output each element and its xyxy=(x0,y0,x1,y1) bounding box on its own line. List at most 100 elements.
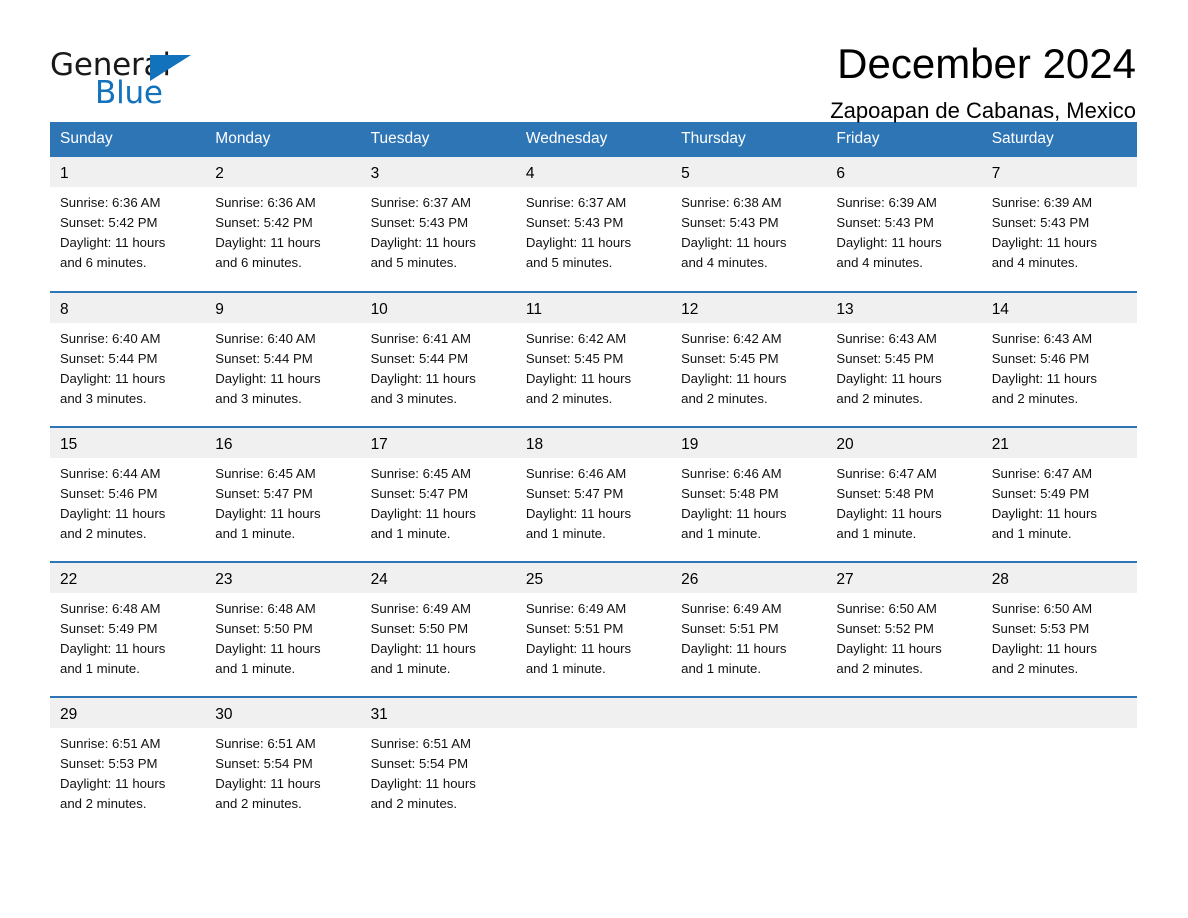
day-info: Sunrise: 6:48 AM Sunset: 5:49 PM Daylight:… xyxy=(50,593,205,679)
day-cell[interactable]: 8 Sunrise: 6:40 AM Sunset: 5:44 PM Daylight… xyxy=(50,291,206,427)
sunset-text: Sunset: 5:43 PM xyxy=(836,215,934,230)
day-number: 10 xyxy=(360,293,516,323)
day-cell[interactable]: 19 Sunrise: 6:46 AM Sunset: 5:48 PM Dayligh… xyxy=(671,426,827,562)
day-cell[interactable]: 11 Sunrise: 6:42 AM Sunset: 5:45 PM Dayligh… xyxy=(515,291,672,427)
sunrise-text: Sunrise: 6:46 AM xyxy=(525,466,627,481)
calendar-week-row: 15 Sunrise: 6:44 AM Sunset: 5:46 PM Dayligh… xyxy=(50,426,1137,562)
daylight-text-line2: and 4 minutes. xyxy=(836,255,923,270)
daylight-text-line2: and 6 minutes. xyxy=(215,255,302,270)
day-number xyxy=(826,698,982,728)
day-cell[interactable]: 2 Sunrise: 6:36 AM Sunset: 5:42 PM Daylight… xyxy=(205,157,361,292)
daylight-text-line2: and 1 minute. xyxy=(525,661,606,676)
daylight-text-line1: Daylight: 11 hours xyxy=(370,235,476,250)
day-cell[interactable]: 31 Sunrise: 6:51 AM Sunset: 5:54 PM Dayligh… xyxy=(360,696,516,832)
generalblue-logo[interactable]: General Blue xyxy=(50,42,200,114)
sunset-text: Sunset: 5:45 PM xyxy=(681,351,779,366)
day-number: 1 xyxy=(50,157,206,187)
sunrise-text: Sunrise: 6:50 AM xyxy=(836,601,937,616)
day-cell[interactable]: 15 Sunrise: 6:44 AM Sunset: 5:46 PM Dayligh… xyxy=(50,426,206,562)
daylight-text-line1: Daylight: 11 hours xyxy=(681,506,787,521)
daylight-text-line1: Daylight: 11 hours xyxy=(60,235,166,250)
day-cell[interactable]: 20 Sunrise: 6:47 AM Sunset: 5:48 PM Dayligh… xyxy=(826,426,982,562)
day-info: Sunrise: 6:43 AM Sunset: 5:45 PM Daylight:… xyxy=(826,323,981,409)
sunrise-text: Sunrise: 6:42 AM xyxy=(525,331,627,346)
day-number: 25 xyxy=(515,563,672,593)
day-info: Sunrise: 6:44 AM Sunset: 5:46 PM Daylight:… xyxy=(50,458,205,544)
daylight-text-line2: and 4 minutes. xyxy=(681,255,768,270)
sunrise-text: Sunrise: 6:49 AM xyxy=(681,601,782,616)
daylight-text-line2: and 3 minutes. xyxy=(215,391,302,406)
day-cell[interactable]: 23 Sunrise: 6:48 AM Sunset: 5:50 PM Dayligh… xyxy=(205,561,361,697)
day-cell[interactable]: 4 Sunrise: 6:37 AM Sunset: 5:43 PM Daylight… xyxy=(515,157,672,292)
sunset-text: Sunset: 5:50 PM xyxy=(370,621,469,636)
day-cell[interactable]: 27 Sunrise: 6:50 AM Sunset: 5:52 PM Dayligh… xyxy=(826,561,982,697)
day-cell[interactable]: 24 Sunrise: 6:49 AM Sunset: 5:50 PM Dayligh… xyxy=(360,561,516,697)
day-cell[interactable]: 29 Sunrise: 6:51 AM Sunset: 5:53 PM Dayligh… xyxy=(50,696,206,832)
sunrise-text: Sunrise: 6:41 AM xyxy=(370,331,471,346)
daylight-text-line2: and 1 minute. xyxy=(991,526,1072,541)
day-number: 22 xyxy=(50,563,206,593)
day-info: Sunrise: 6:49 AM Sunset: 5:51 PM Daylight:… xyxy=(671,593,826,679)
day-cell[interactable]: 22 Sunrise: 6:48 AM Sunset: 5:49 PM Dayligh… xyxy=(50,561,206,697)
day-cell[interactable]: 10 Sunrise: 6:41 AM Sunset: 5:44 PM Dayligh… xyxy=(360,291,516,427)
sunrise-text: Sunrise: 6:46 AM xyxy=(681,466,782,481)
day-number: 2 xyxy=(205,157,361,187)
daylight-text-line2: and 2 minutes. xyxy=(991,661,1079,676)
day-cell[interactable]: 12 Sunrise: 6:42 AM Sunset: 5:45 PM Dayligh… xyxy=(671,291,827,427)
day-cell[interactable]: 18 Sunrise: 6:46 AM Sunset: 5:47 PM Dayligh… xyxy=(515,426,672,562)
day-info: Sunrise: 6:40 AM Sunset: 5:44 PM Daylight:… xyxy=(205,323,360,409)
sunrise-text: Sunrise: 6:37 AM xyxy=(370,195,471,210)
day-number: 8 xyxy=(50,293,206,323)
daylight-text-line2: and 2 minutes. xyxy=(836,391,923,406)
day-cell[interactable]: 6 Sunrise: 6:39 AM Sunset: 5:43 PM Daylight… xyxy=(826,157,982,292)
day-cell[interactable]: 21 Sunrise: 6:47 AM Sunset: 5:49 PM Dayligh… xyxy=(981,426,1137,562)
day-cell[interactable]: 13 Sunrise: 6:43 AM Sunset: 5:45 PM Dayligh… xyxy=(826,291,982,427)
sunrise-text: Sunrise: 6:45 AM xyxy=(215,466,316,481)
sunrise-text: Sunrise: 6:51 AM xyxy=(60,736,161,751)
sunrise-text: Sunrise: 6:51 AM xyxy=(215,736,316,751)
sunrise-text: Sunrise: 6:43 AM xyxy=(836,331,937,346)
daylight-text-line2: and 1 minute. xyxy=(215,526,296,541)
day-cell[interactable]: 14 Sunrise: 6:43 AM Sunset: 5:46 PM Dayligh… xyxy=(981,291,1137,427)
daylight-text-line1: Daylight: 11 hours xyxy=(991,371,1097,386)
day-cell[interactable]: 5 Sunrise: 6:38 AM Sunset: 5:43 PM Daylight… xyxy=(671,157,827,292)
day-cell[interactable]: 30 Sunrise: 6:51 AM Sunset: 5:54 PM Dayligh… xyxy=(205,696,361,832)
day-info: Sunrise: 6:49 AM Sunset: 5:50 PM Daylight:… xyxy=(361,593,516,679)
day-cell[interactable]: 25 Sunrise: 6:49 AM Sunset: 5:51 PM Dayligh… xyxy=(515,561,672,697)
daylight-text-line1: Daylight: 11 hours xyxy=(60,641,166,656)
day-number: 21 xyxy=(981,428,1137,458)
sunrise-text: Sunrise: 6:38 AM xyxy=(681,195,782,210)
daylight-text-line1: Daylight: 11 hours xyxy=(991,641,1097,656)
day-cell[interactable]: 16 Sunrise: 6:45 AM Sunset: 5:47 PM Dayligh… xyxy=(205,426,361,562)
daylight-text-line1: Daylight: 11 hours xyxy=(370,641,476,656)
weekday-header-thursday: Thursday xyxy=(671,122,827,157)
day-cell[interactable]: 26 Sunrise: 6:49 AM Sunset: 5:51 PM Dayligh… xyxy=(671,561,827,697)
weekday-header-wednesday: Wednesday xyxy=(515,122,672,157)
sunrise-text: Sunrise: 6:40 AM xyxy=(60,331,161,346)
calendar-page: General Blue December 2024 Zapoapan de C… xyxy=(0,0,1188,918)
day-number: 14 xyxy=(981,293,1137,323)
daylight-text-line2: and 3 minutes. xyxy=(370,391,458,406)
sunrise-text: Sunrise: 6:49 AM xyxy=(370,601,471,616)
day-cell[interactable]: 17 Sunrise: 6:45 AM Sunset: 5:47 PM Dayligh… xyxy=(360,426,516,562)
daylight-text-line2: and 1 minute. xyxy=(215,661,296,676)
day-info: Sunrise: 6:36 AM Sunset: 5:42 PM Daylight:… xyxy=(50,187,205,273)
day-info: Sunrise: 6:40 AM Sunset: 5:44 PM Daylight:… xyxy=(50,323,205,409)
weekday-header-saturday: Saturday xyxy=(981,122,1137,157)
day-cell[interactable]: 9 Sunrise: 6:40 AM Sunset: 5:44 PM Daylight… xyxy=(205,291,361,427)
day-cell[interactable]: 3 Sunrise: 6:37 AM Sunset: 5:43 PM Daylight… xyxy=(360,157,516,292)
day-number: 24 xyxy=(360,563,516,593)
daylight-text-line2: and 2 minutes. xyxy=(60,796,147,811)
day-info: Sunrise: 6:41 AM Sunset: 5:44 PM Daylight:… xyxy=(361,323,516,409)
sunrise-text: Sunrise: 6:48 AM xyxy=(60,601,161,616)
day-cell[interactable]: 28 Sunrise: 6:50 AM Sunset: 5:53 PM Dayligh… xyxy=(981,561,1137,697)
day-number: 31 xyxy=(360,698,516,728)
day-cell[interactable]: 1 Sunrise: 6:36 AM Sunset: 5:42 PM Daylight… xyxy=(50,157,206,292)
sunset-text: Sunset: 5:47 PM xyxy=(215,486,313,501)
day-cell[interactable]: 7 Sunrise: 6:39 AM Sunset: 5:43 PM Daylight… xyxy=(981,157,1137,292)
day-number: 16 xyxy=(205,428,361,458)
day-info: Sunrise: 6:51 AM Sunset: 5:54 PM Daylight:… xyxy=(361,728,516,814)
daylight-text-line2: and 2 minutes. xyxy=(836,661,923,676)
daylight-text-line1: Daylight: 11 hours xyxy=(681,371,787,386)
sunset-text: Sunset: 5:46 PM xyxy=(991,351,1090,366)
